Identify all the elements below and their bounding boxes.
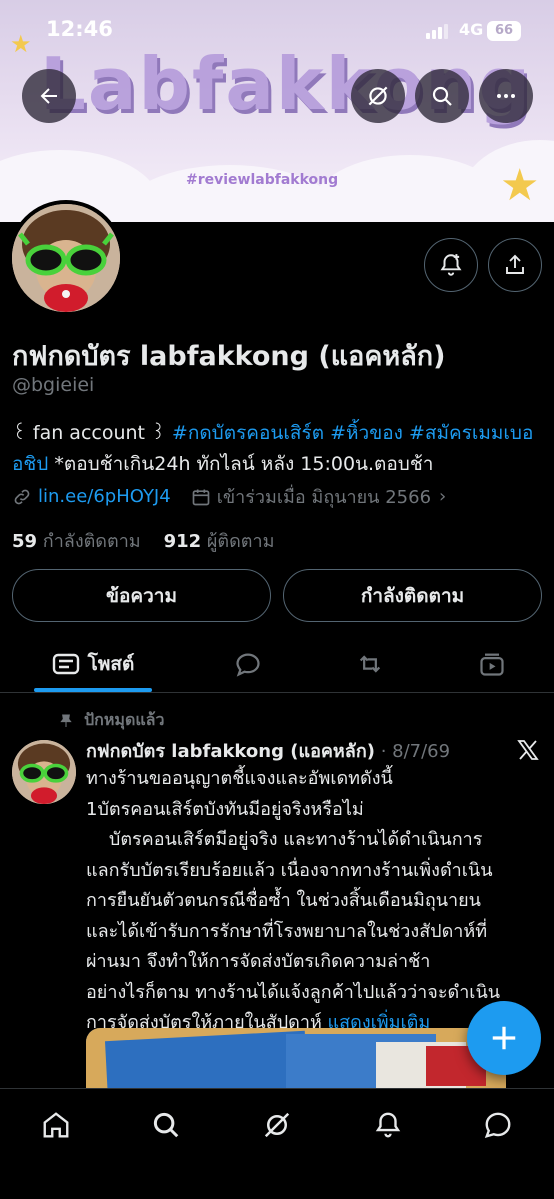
posts-icon xyxy=(52,653,79,675)
chat-bubble-icon xyxy=(484,1112,511,1139)
more-dots-icon xyxy=(497,94,515,98)
arrow-left-icon xyxy=(40,88,57,104)
search-icon xyxy=(153,1112,179,1138)
pin-icon xyxy=(60,714,72,727)
repost-icon xyxy=(359,655,381,673)
ticket-photo xyxy=(86,1028,506,1088)
status-bar: 12:46 4G 66 xyxy=(0,0,554,60)
more-button[interactable] xyxy=(479,69,533,123)
following-button[interactable]: กำลังติดตาม xyxy=(283,569,542,622)
network-type: 4G xyxy=(459,20,484,39)
banner-hashtag: #reviewlabfakkong xyxy=(186,172,339,188)
bottom-nav xyxy=(0,1088,554,1199)
post-line: แลกรับบัตรเรียบร้อยแล้ว เนื่องจากทางร้าน… xyxy=(86,859,493,881)
signal-icon xyxy=(426,24,448,39)
post-image[interactable] xyxy=(86,1028,506,1088)
grok-icon xyxy=(368,86,388,106)
chevron-right-icon[interactable]: › xyxy=(439,486,446,507)
tab-reposts[interactable] xyxy=(346,636,394,692)
post-author[interactable]: กฟกดบัตร labfakkong (แอคหลัก) xyxy=(86,741,375,762)
post-line: บัตรคอนเสิร์ตมีอยู่จริง และทางร้านได้ดำเ… xyxy=(86,829,483,850)
following-label: กำลังติดตาม xyxy=(42,531,141,552)
link-icon xyxy=(14,489,30,504)
star-icon: ★ xyxy=(500,160,540,211)
tabs-divider xyxy=(0,692,554,693)
post-avatar[interactable] xyxy=(12,740,76,804)
following-stat[interactable]: 59 กำลังติดตาม xyxy=(12,531,141,552)
share-button[interactable] xyxy=(488,238,542,292)
profile-link[interactable]: lin.ee/6pHOYJ4 xyxy=(38,486,171,507)
x-logo-icon xyxy=(517,740,539,760)
share-icon xyxy=(506,254,524,274)
post-line: ทางร้านขออนุญาตชี้แจงและอัพเดทดังนี้ xyxy=(86,768,393,789)
back-button[interactable] xyxy=(22,69,76,123)
tab-posts[interactable]: โพสต์ xyxy=(34,636,152,692)
bell-plus-icon xyxy=(440,254,462,276)
profile-avatar[interactable] xyxy=(8,200,124,316)
compose-button[interactable] xyxy=(467,1001,541,1075)
profile-handle: @bgieiei xyxy=(12,374,95,396)
followers-stat[interactable]: 912 ผู้ติดตาม xyxy=(164,531,275,552)
bio-hashtag[interactable]: #สมัครเมมเบอ xyxy=(409,422,533,444)
post-line: และได้เข้ารับการรักษาที่โรงพยาบาลในช่วงส… xyxy=(86,920,488,942)
pinned-label: ปักหมุดแล้ว xyxy=(84,710,165,729)
profile-bio: ꒰ fan account ꒱ #กดบัตรคอนเสิร์ต #หิ้วขอ… xyxy=(12,418,542,480)
post-date: · 8/7/69 xyxy=(380,741,451,762)
nav-messages[interactable] xyxy=(478,1105,518,1145)
grok-icon xyxy=(264,1112,290,1138)
pinned-indicator: ปักหมุดแล้ว xyxy=(58,708,164,733)
profile-tabs: โพสต์ xyxy=(0,636,554,692)
joined-date: เข้าร่วมเมื่อ มิถุนายน 2566 xyxy=(216,487,432,508)
tab-replies[interactable] xyxy=(224,636,272,692)
following-count: 59 xyxy=(12,531,38,552)
video-icon xyxy=(480,653,504,676)
nav-grok[interactable] xyxy=(257,1105,297,1145)
nav-home[interactable] xyxy=(36,1105,76,1145)
followers-count: 912 xyxy=(163,531,202,552)
post-line: 1บัตรคอนเสิร์ตบังทันมีอยู่จริงหรือไม่ xyxy=(86,798,364,820)
search-icon xyxy=(432,86,452,106)
post-line: ผ่านมา จึงทำให้การจัดส่งบัตรเกิดความล่าช… xyxy=(86,951,431,972)
nav-search[interactable] xyxy=(146,1105,186,1145)
post-line: อย่างไรก็ตาม ทางร้านได้แจ้งลูกค้าไปแล้วว… xyxy=(86,981,501,1003)
bio-hashtag[interactable]: #หิ้วของ xyxy=(330,422,403,444)
profile-meta: lin.ee/6pHOYJ4 เข้าร่วมเมื่อ มิถุนายน 25… xyxy=(12,482,446,511)
avatar-image xyxy=(12,740,76,804)
bio-hashtag[interactable]: #กดบัตรคอนเสิร์ต xyxy=(172,422,324,444)
post-text[interactable]: ทางร้านขออนุญาตชี้แจงและอัพเดทดังนี้ 1บั… xyxy=(86,764,546,1039)
plus-icon xyxy=(492,1026,516,1050)
follow-counts: 59 กำลังติดตาม 912 ผู้ติดตาม xyxy=(12,526,274,555)
reply-icon xyxy=(236,653,260,677)
message-button[interactable]: ข้อความ xyxy=(12,569,271,622)
battery-level: 66 xyxy=(487,21,521,41)
status-time: 12:46 xyxy=(46,17,113,41)
grok-button[interactable] xyxy=(351,69,405,123)
bell-icon xyxy=(375,1112,401,1138)
calendar-icon xyxy=(192,489,210,505)
post-header: กฟกดบัตร labfakkong (แอคหลัก) · 8/7/69 xyxy=(86,736,450,765)
tab-posts-label: โพสต์ xyxy=(87,653,135,675)
nav-notifications[interactable] xyxy=(368,1105,408,1145)
notify-button[interactable] xyxy=(424,238,478,292)
bio-text: *ตอบช้าเกิน24h ทักไลน์ หลัง 15:00น.ตอบช้… xyxy=(48,453,434,475)
post-line: การยืนยันตัวตนกรณีชื่อซ้ำ ในช่วงสิ้นเดือ… xyxy=(86,890,481,911)
bio-hashtag-wrap[interactable]: อชิป xyxy=(12,453,48,475)
followers-label: ผู้ติดตาม xyxy=(206,531,275,552)
profile-name: กฟกดบัตร labfakkong (แอคหลัก) xyxy=(12,341,446,372)
tab-media[interactable] xyxy=(468,636,516,692)
avatar-image xyxy=(12,204,120,312)
search-button[interactable] xyxy=(415,69,469,123)
bio-text: ꒰ fan account ꒱ xyxy=(12,422,172,444)
home-icon xyxy=(43,1112,69,1138)
